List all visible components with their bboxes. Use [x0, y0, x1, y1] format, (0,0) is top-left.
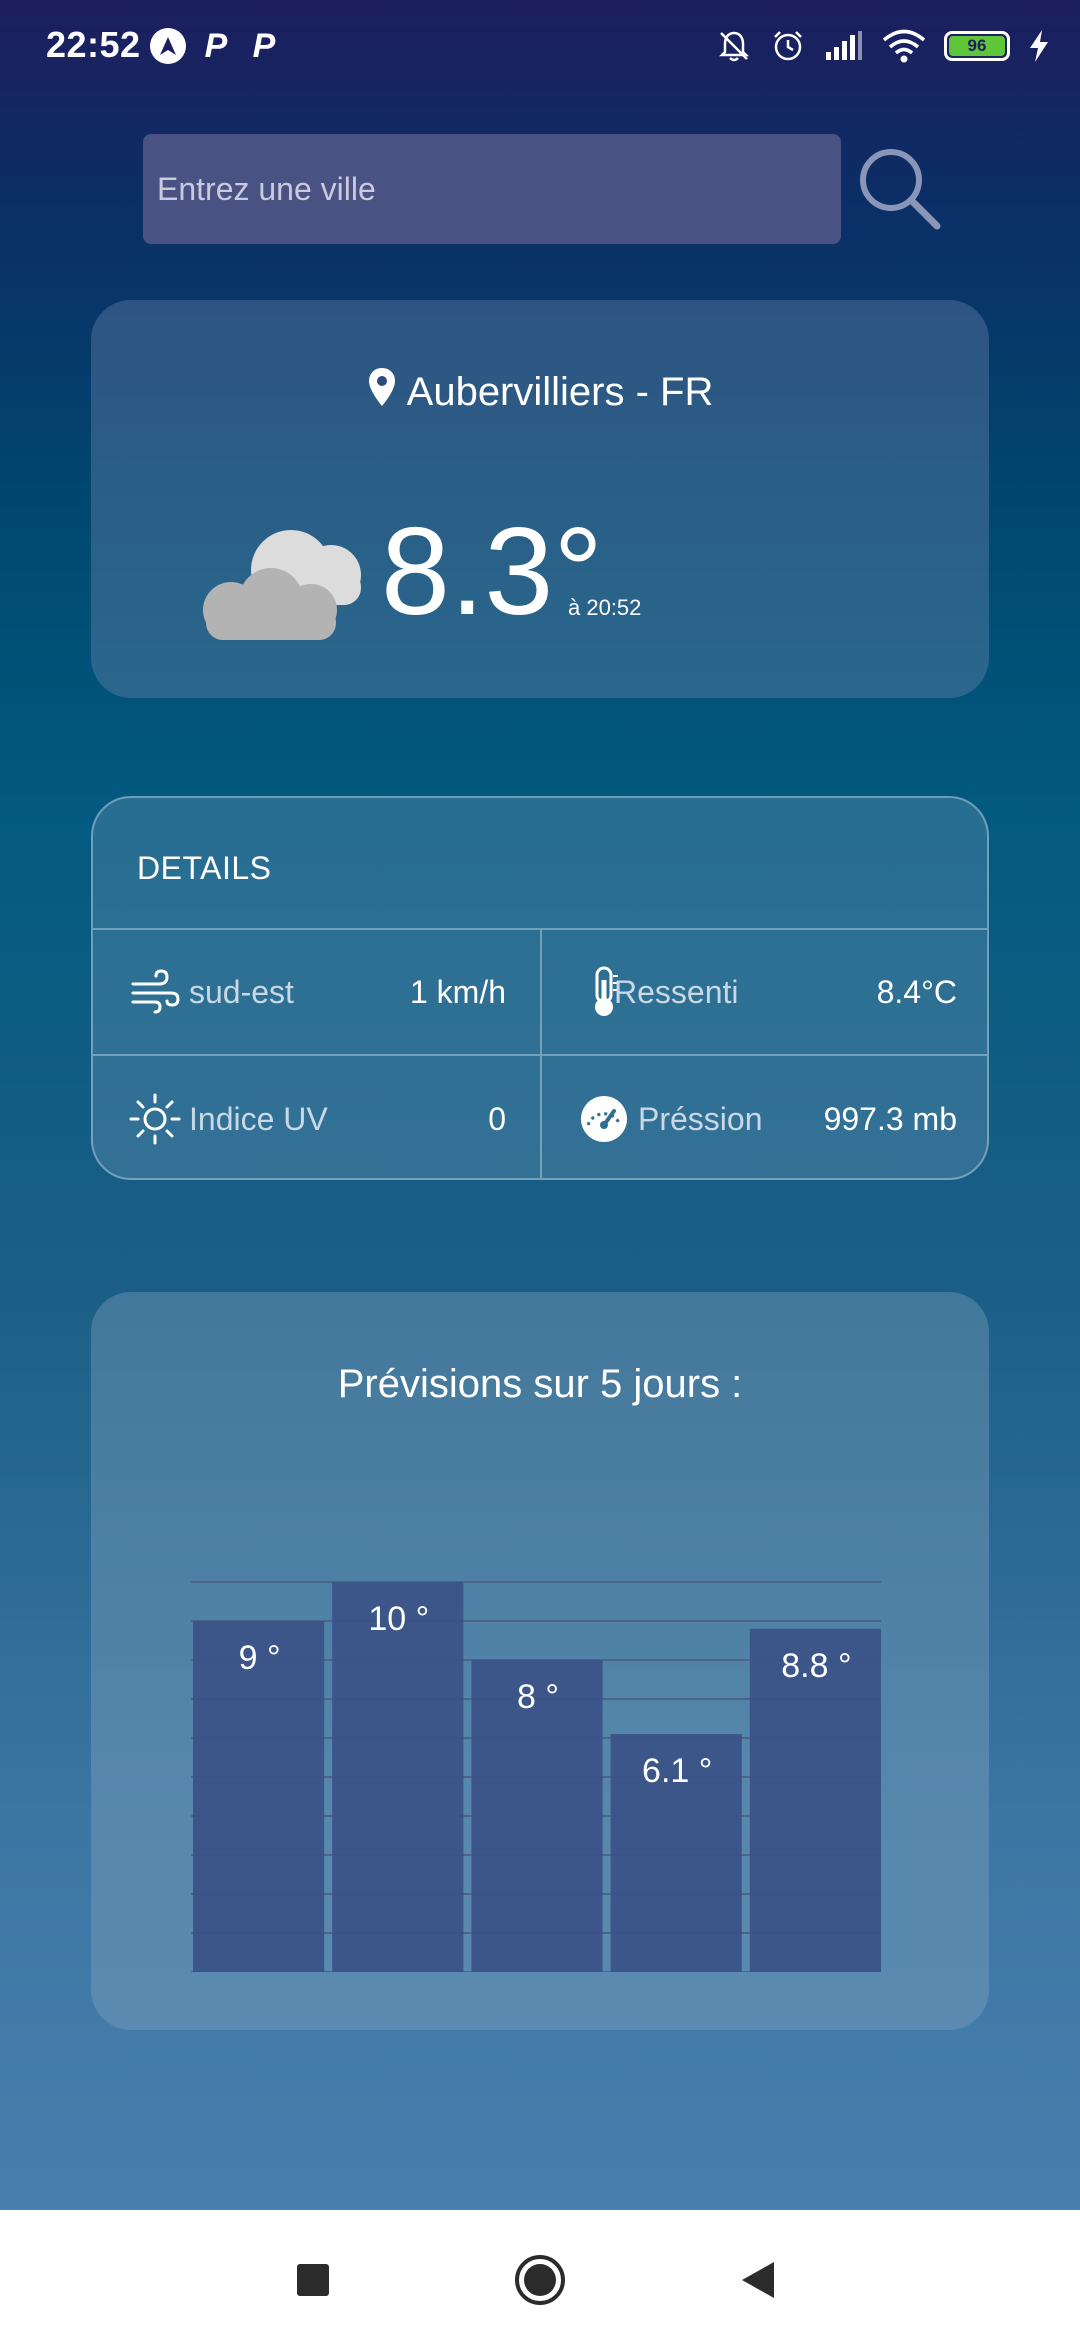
detail-uv-index: Indice UV 0 [93, 1056, 542, 1178]
details-title: DETAILS [137, 850, 272, 886]
uv-index-label: Indice UV [189, 1100, 328, 1137]
circle-icon [515, 2255, 565, 2305]
details-grid: sud-est 1 km/h Ressenti 8.4°C Indice UV … [93, 928, 987, 1178]
p-icon: P [252, 27, 276, 65]
search-icon [860, 149, 941, 230]
forecast-bar [332, 1582, 464, 1972]
status-left-icons: P P [150, 28, 282, 64]
wind-direction-label: sud-est [189, 973, 294, 1010]
detail-wind: sud-est 1 km/h [93, 930, 542, 1056]
forecast-bar-chart: 9 ° 10 ° 8 ° 6.1 ° 8.8 ° [191, 1581, 881, 1972]
wifi-icon [882, 29, 926, 63]
status-right-icons: 96 [716, 28, 1050, 64]
square-icon [297, 2264, 329, 2296]
forecast-bar-label: 8.8 ° [781, 1647, 851, 1685]
sun-icon [129, 1093, 181, 1145]
forecast-title: Prévisions sur 5 jours : [337, 1362, 743, 1406]
detail-pressure: Préssion 997.3 mb [542, 1056, 987, 1178]
wind-speed-value: 1 km/h [409, 973, 506, 1010]
cloudy-icon [203, 530, 361, 640]
current-time: à 20:52 [568, 595, 642, 620]
navigation-bar [0, 2210, 1080, 2340]
current-weather-card: Aubervilliers - FR 8.3° à 20:52 [91, 300, 989, 698]
pressure-value: 997.3 mb [823, 1100, 957, 1137]
forecast-bar-label: 8 ° [517, 1678, 559, 1716]
feels-like-label: Ressenti [614, 973, 739, 1010]
forecast-bar-label: 6.1 ° [642, 1752, 712, 1790]
gauge-icon [581, 1096, 627, 1142]
forecast-card: Prévisions sur 5 jours : 9 ° 10 ° 8 ° 6.1 °… [91, 1292, 989, 2030]
bell-off-icon [716, 28, 752, 64]
details-card: DETAILS sud-est 1 km/h Ressenti 8.4°C In… [91, 796, 989, 1180]
pressure-label: Préssion [638, 1100, 763, 1137]
location-pin-icon [368, 367, 395, 406]
signal-icon [824, 30, 864, 62]
triangle-back-icon [742, 2262, 774, 2298]
forecast-bar-label: 10 ° [368, 1600, 429, 1638]
search-row [143, 134, 943, 244]
forecast-bar-label: 9 ° [239, 1639, 281, 1677]
status-bar: 22:52 P P 96 [0, 0, 1080, 96]
battery-icon: 96 [944, 31, 1010, 61]
app-a-icon [150, 28, 186, 64]
home-button[interactable] [510, 2250, 570, 2310]
back-button[interactable] [730, 2250, 790, 2310]
uv-index-value: 0 [488, 1100, 506, 1137]
battery-level: 96 [949, 36, 1005, 56]
status-time: 22:52 [46, 24, 141, 65]
p-icon: P [204, 27, 228, 65]
detail-feels-like: Ressenti 8.4°C [542, 930, 987, 1056]
alarm-icon [770, 28, 806, 64]
feels-like-value: 8.4°C [876, 973, 957, 1010]
search-input[interactable] [143, 134, 841, 244]
charging-icon [1028, 29, 1050, 63]
search-button[interactable] [855, 144, 945, 234]
recents-button[interactable] [283, 2250, 343, 2310]
wind-icon [131, 969, 180, 1014]
location-row: Aubervilliers - FR [91, 367, 989, 415]
location-name: Aubervilliers - FR [406, 370, 714, 414]
